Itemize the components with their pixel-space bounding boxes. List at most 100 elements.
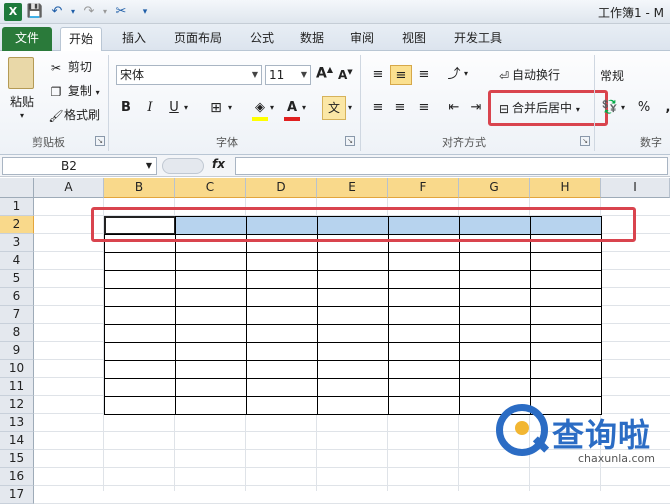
fill-color-dropdown-icon[interactable]: ▾ bbox=[270, 103, 274, 112]
table-cell[interactable] bbox=[175, 306, 247, 325]
borders-icon[interactable]: ⊞ bbox=[206, 98, 226, 118]
table-cell[interactable] bbox=[530, 252, 602, 271]
table-cell[interactable] bbox=[175, 252, 247, 271]
table-cell[interactable] bbox=[104, 342, 176, 361]
table-cell[interactable] bbox=[175, 396, 247, 415]
table-cell[interactable] bbox=[104, 288, 176, 307]
table-cell[interactable] bbox=[459, 360, 531, 379]
tab-formulas[interactable]: 公式 bbox=[242, 27, 282, 51]
paste-icon[interactable] bbox=[8, 57, 34, 89]
font-color-dropdown-icon[interactable]: ▾ bbox=[302, 103, 306, 112]
row-header-11[interactable]: 11 bbox=[0, 378, 34, 396]
percent-button[interactable]: % bbox=[634, 98, 654, 118]
orientation-dropdown-icon[interactable]: ▾ bbox=[464, 69, 468, 78]
column-header-h[interactable]: H bbox=[530, 178, 601, 198]
save-icon[interactable]: 💾 bbox=[26, 3, 44, 21]
underline-dropdown-icon[interactable]: ▾ bbox=[184, 103, 188, 112]
align-bottom-icon[interactable]: ≡ bbox=[414, 65, 434, 85]
table-cell[interactable] bbox=[317, 252, 389, 271]
table-cell[interactable] bbox=[317, 342, 389, 361]
chevron-down-icon[interactable]: ▼ bbox=[146, 158, 152, 174]
column-header-a[interactable]: A bbox=[34, 178, 104, 198]
table-cell[interactable] bbox=[175, 270, 247, 289]
row-header-13[interactable]: 13 bbox=[0, 414, 34, 432]
copy-dropdown-icon[interactable]: ▾ bbox=[96, 88, 100, 97]
table-cell[interactable] bbox=[388, 324, 460, 343]
table-cell[interactable] bbox=[459, 288, 531, 307]
orientation-icon[interactable]: ⤴ bbox=[444, 65, 464, 85]
italic-button[interactable]: I bbox=[140, 98, 160, 118]
table-cell[interactable] bbox=[317, 306, 389, 325]
table-cell[interactable] bbox=[104, 378, 176, 397]
decrease-indent-icon[interactable]: ⇤ bbox=[444, 98, 464, 118]
phonetic-dropdown-icon[interactable]: ▾ bbox=[348, 103, 352, 112]
table-cell[interactable] bbox=[246, 378, 318, 397]
table-cell[interactable] bbox=[246, 270, 318, 289]
table-cell[interactable] bbox=[459, 306, 531, 325]
font-family-select[interactable]: 宋体 ▼ bbox=[116, 65, 262, 85]
row-header-16[interactable]: 16 bbox=[0, 468, 34, 486]
table-cell[interactable] bbox=[459, 270, 531, 289]
row-header-7[interactable]: 7 bbox=[0, 306, 34, 324]
paste-dropdown-icon[interactable]: ▾ bbox=[20, 111, 24, 120]
align-middle-icon[interactable]: ≡ bbox=[390, 65, 412, 85]
row-header-5[interactable]: 5 bbox=[0, 270, 34, 288]
table-cell[interactable] bbox=[530, 270, 602, 289]
table-cell[interactable] bbox=[459, 252, 531, 271]
currency-icon[interactable]: 💱 bbox=[600, 98, 620, 118]
table-cell[interactable] bbox=[246, 396, 318, 415]
font-color-button[interactable]: A bbox=[282, 98, 302, 118]
bold-button[interactable]: B bbox=[116, 98, 136, 118]
fill-color-icon[interactable]: ◈ bbox=[250, 98, 270, 118]
select-all-corner[interactable] bbox=[0, 178, 34, 198]
table-cell[interactable] bbox=[388, 288, 460, 307]
align-right-icon[interactable]: ≡ bbox=[414, 98, 434, 118]
table-cell[interactable] bbox=[104, 324, 176, 343]
comma-style-button[interactable]: , bbox=[658, 98, 670, 118]
table-cell[interactable] bbox=[388, 270, 460, 289]
shrink-font-button[interactable]: A▼ bbox=[338, 68, 353, 82]
column-header-b[interactable]: B bbox=[104, 178, 175, 198]
table-cell[interactable] bbox=[246, 306, 318, 325]
copy-button[interactable]: ❐ 复制 ▾ bbox=[48, 81, 100, 101]
customize-qat-icon[interactable]: ▾ bbox=[136, 3, 154, 21]
table-cell[interactable] bbox=[388, 360, 460, 379]
table-cell[interactable] bbox=[104, 252, 176, 271]
column-header-e[interactable]: E bbox=[317, 178, 388, 198]
underline-button[interactable]: U bbox=[164, 98, 184, 118]
table-cell[interactable] bbox=[104, 270, 176, 289]
table-cell[interactable] bbox=[317, 396, 389, 415]
table-cell[interactable] bbox=[104, 306, 176, 325]
table-cell[interactable] bbox=[388, 396, 460, 415]
clipboard-dialog-launcher-icon[interactable]: ↘ bbox=[95, 136, 105, 146]
table-cell[interactable] bbox=[388, 342, 460, 361]
tab-home[interactable]: 开始 bbox=[60, 27, 103, 52]
column-header-i[interactable]: I bbox=[601, 178, 670, 198]
table-cell[interactable] bbox=[459, 324, 531, 343]
table-cell[interactable] bbox=[175, 378, 247, 397]
table-cell[interactable] bbox=[459, 342, 531, 361]
row-header-15[interactable]: 15 bbox=[0, 450, 34, 468]
cut-button[interactable]: ✂ 剪切 bbox=[48, 57, 92, 77]
table-cell[interactable] bbox=[246, 324, 318, 343]
grow-font-button[interactable]: A▲ bbox=[316, 65, 333, 82]
table-cell[interactable] bbox=[104, 360, 176, 379]
row-header-9[interactable]: 9 bbox=[0, 342, 34, 360]
font-size-select[interactable]: 11 ▼ bbox=[265, 65, 311, 85]
formula-input[interactable] bbox=[235, 157, 668, 175]
tab-view[interactable]: 视图 bbox=[394, 27, 434, 51]
tab-review[interactable]: 审阅 bbox=[342, 27, 382, 51]
row-header-10[interactable]: 10 bbox=[0, 360, 34, 378]
currency-dropdown-icon[interactable]: ▾ bbox=[621, 103, 625, 112]
insert-function-icon[interactable]: fx bbox=[212, 157, 225, 171]
table-cell[interactable] bbox=[246, 360, 318, 379]
table-cell[interactable] bbox=[388, 378, 460, 397]
table-cell[interactable] bbox=[175, 324, 247, 343]
tools-icon[interactable]: ✂ bbox=[112, 3, 130, 21]
table-cell[interactable] bbox=[175, 288, 247, 307]
table-cell[interactable] bbox=[388, 252, 460, 271]
align-top-icon[interactable]: ≡ bbox=[368, 65, 388, 85]
row-header-12[interactable]: 12 bbox=[0, 396, 34, 414]
tab-file[interactable]: 文件 bbox=[2, 27, 52, 51]
row-header-2[interactable]: 2 bbox=[0, 216, 34, 234]
